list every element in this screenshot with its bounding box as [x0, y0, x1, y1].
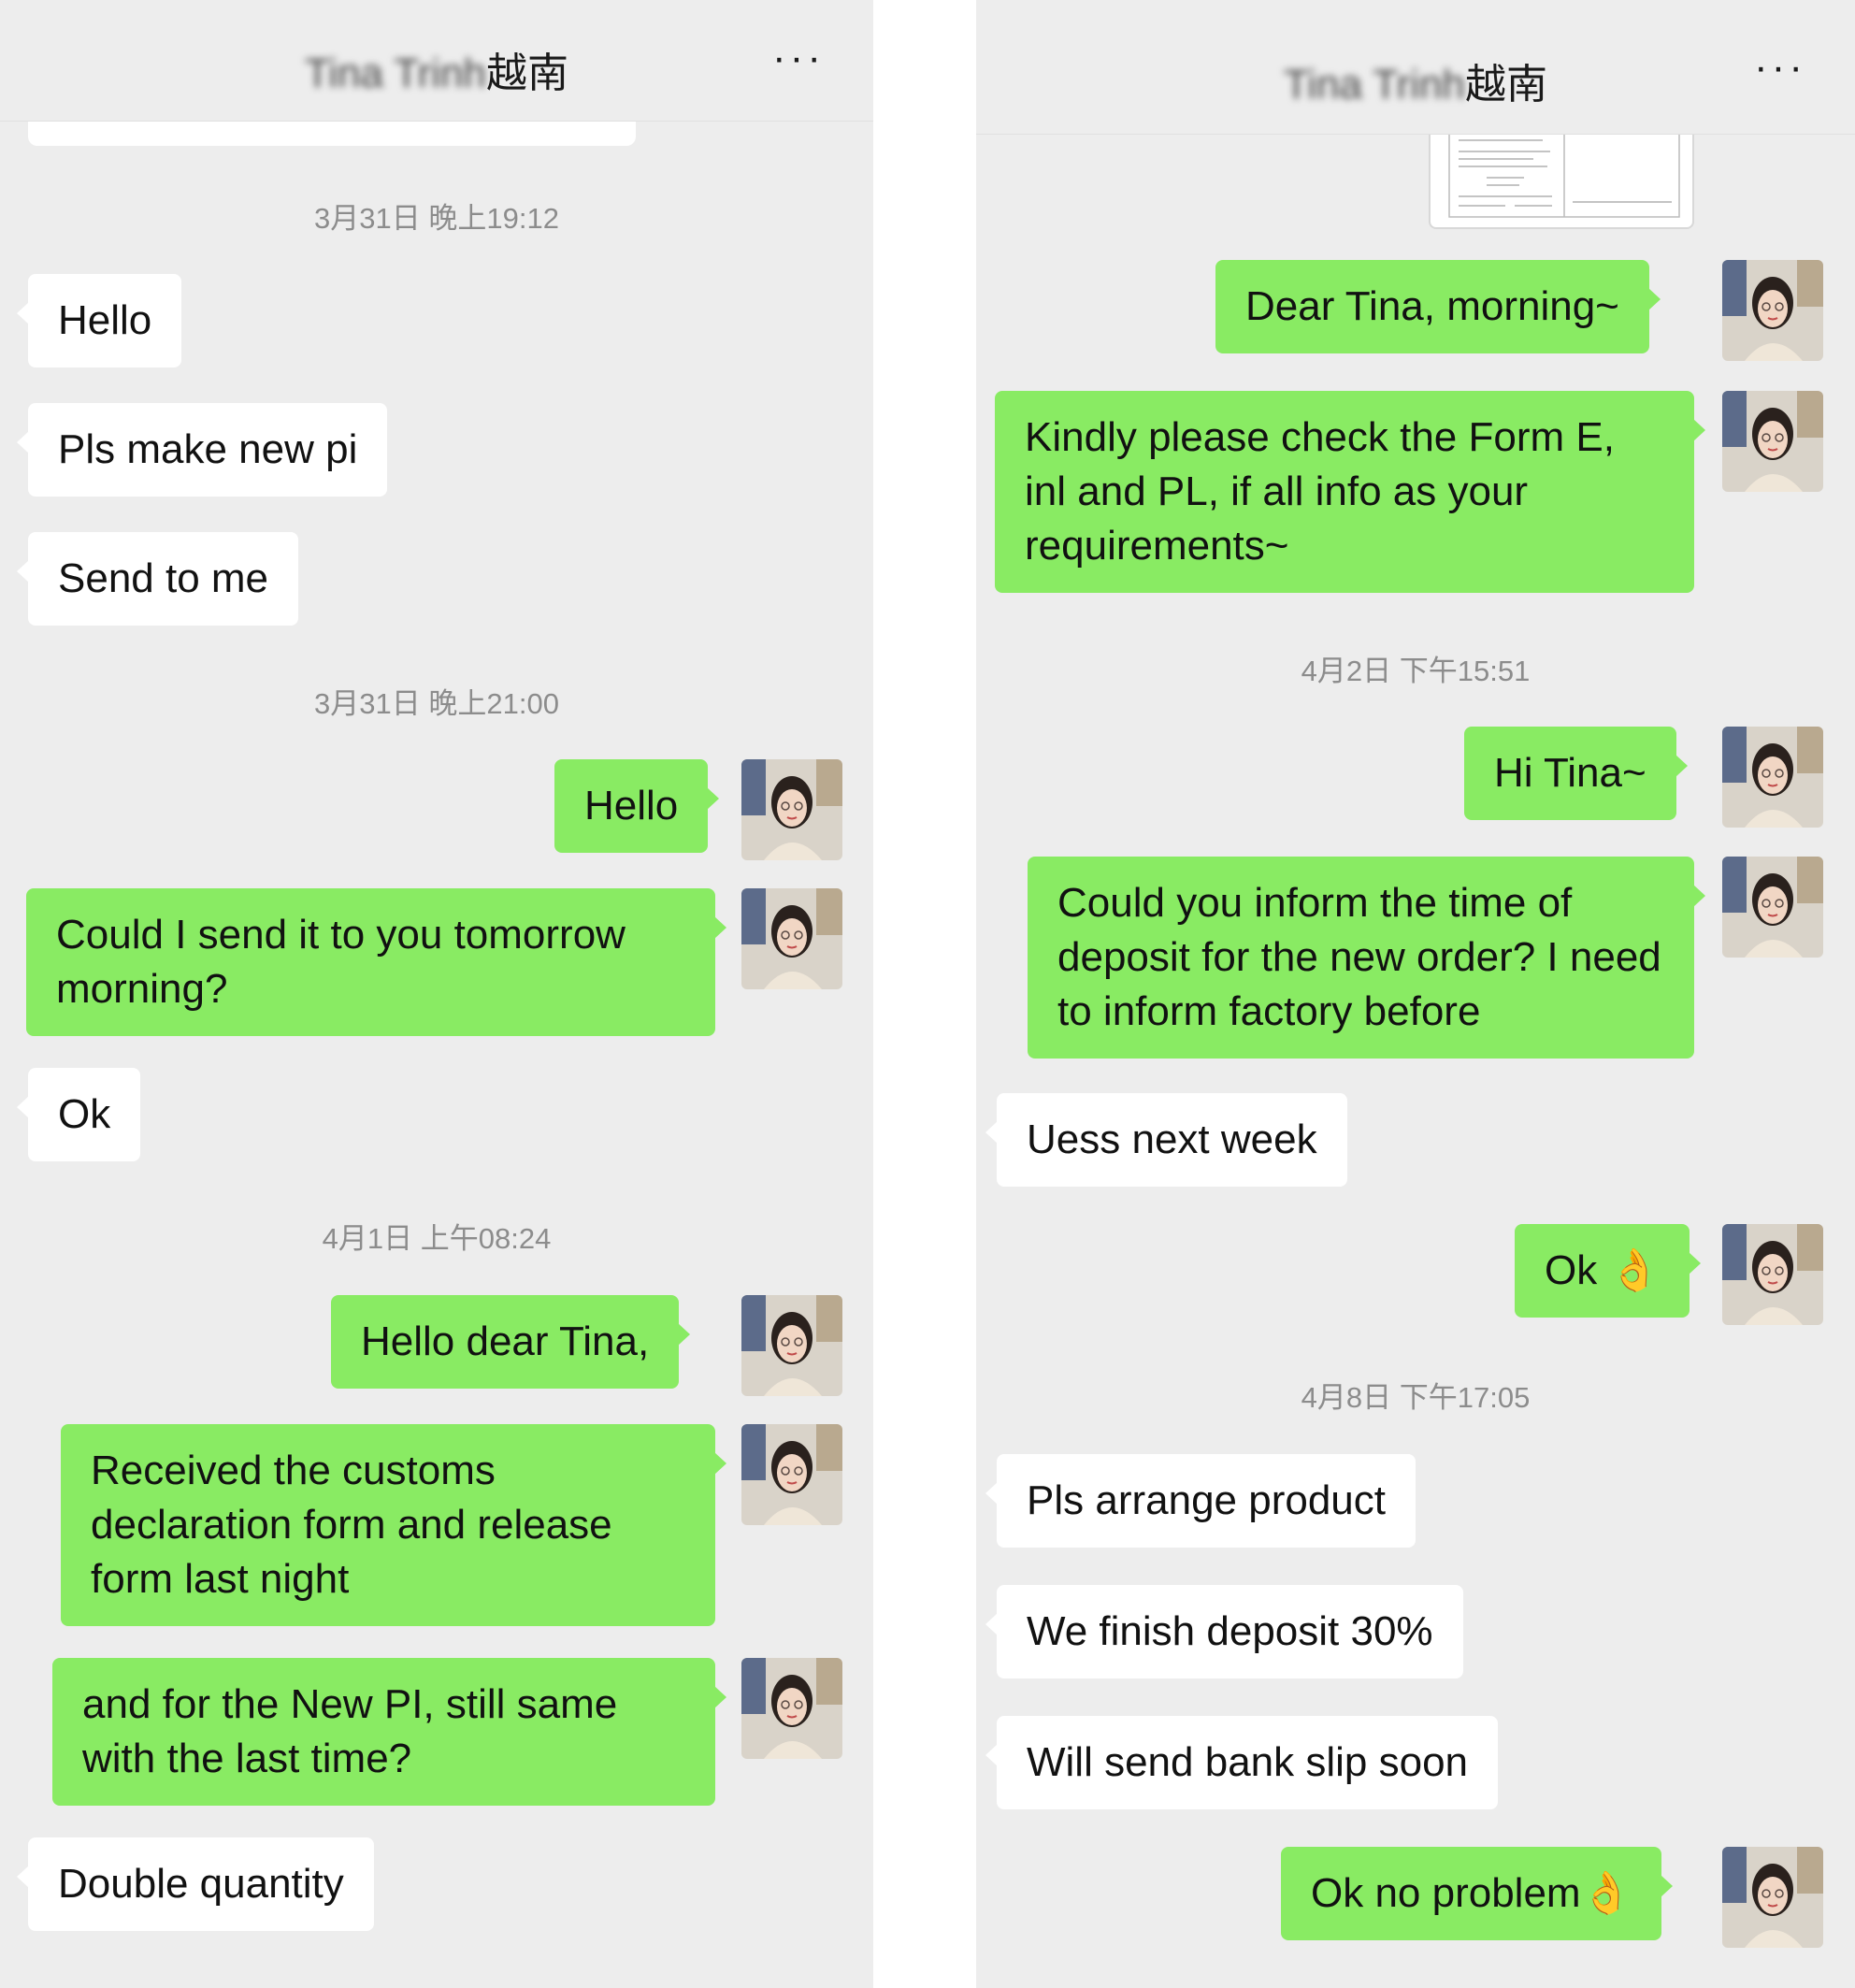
contact-name-blurred: Tina Trinh — [304, 50, 486, 96]
message-bubble-incoming[interactable]: Send to me — [16, 532, 299, 626]
timestamp: 3月31日 晚上21:00 — [314, 687, 559, 720]
message-bubble-outgoing[interactable]: Could I send it to you tomorrow morning? — [26, 888, 726, 1036]
message-bubble-outgoing[interactable]: Could you inform the time of deposit for… — [1028, 857, 1705, 1059]
message-bubble-outgoing[interactable]: Kindly please check the Form E, inl and … — [995, 391, 1705, 593]
avatar[interactable] — [741, 759, 842, 860]
message-bubble-incoming[interactable]: Hello — [16, 274, 182, 367]
contact-name-blurred: Tina Trinh — [1283, 62, 1465, 108]
avatar[interactable] — [1722, 260, 1823, 361]
message-bubble-outgoing[interactable]: Hi Tina~ — [1464, 727, 1688, 820]
chat-title: Tina Trinh越南 — [0, 39, 873, 99]
message-bubble-outgoing[interactable]: and for the New PI, still same with the … — [52, 1658, 726, 1806]
chat-title: Tina Trinh越南 — [976, 50, 1855, 110]
chat-panel-right: Tina Trinh越南 ··· Dear Tina, morning~ Kin… — [976, 0, 1855, 1988]
message-bubble-incoming[interactable]: Will send bank slip soon — [985, 1716, 1499, 1809]
avatar[interactable] — [1722, 391, 1823, 492]
message-bubble-outgoing[interactable]: Hello dear Tina, — [331, 1295, 691, 1389]
message-bubble-outgoing[interactable]: Ok 👌 — [1515, 1224, 1702, 1318]
document-thumbnail[interactable] — [1429, 122, 1694, 229]
timestamp: 4月1日 上午08:24 — [322, 1222, 552, 1255]
message-bubble-incoming[interactable]: Pls make new pi — [16, 403, 388, 497]
message-bubble-outgoing[interactable]: Ok no problem👌 — [1281, 1847, 1674, 1940]
contact-name-suffix: 越南 — [1465, 62, 1547, 108]
message-bubble-incoming[interactable]: Ok — [16, 1068, 141, 1161]
avatar[interactable] — [1722, 727, 1823, 828]
more-dots-icon[interactable]: ··· — [772, 37, 825, 79]
timestamp: 4月2日 下午15:51 — [1301, 655, 1531, 687]
panel-divider — [873, 0, 976, 1988]
message-bubble-incoming[interactable]: Double quantity — [17, 1837, 374, 1931]
message-bubble-outgoing[interactable]: Hello — [554, 759, 720, 853]
more-dots-icon[interactable]: ··· — [1754, 47, 1806, 88]
chat-panel-left: Tina Trinh越南 ··· 3月31日 晚上19:12 Hello Pls… — [0, 0, 873, 1988]
avatar[interactable] — [741, 1295, 842, 1396]
message-bubble-outgoing[interactable]: Dear Tina, morning~ — [1215, 260, 1661, 353]
avatar[interactable] — [741, 1658, 842, 1759]
message-bubble-incoming[interactable]: Uess next week — [985, 1093, 1347, 1187]
avatar[interactable] — [741, 1424, 842, 1525]
avatar[interactable] — [1722, 1224, 1823, 1325]
avatar[interactable] — [1722, 1847, 1823, 1948]
message-bubble-incoming[interactable]: We finish deposit 30% — [985, 1585, 1463, 1678]
avatar[interactable] — [741, 888, 842, 989]
avatar[interactable] — [1722, 857, 1823, 958]
document-preview-icon — [1448, 123, 1680, 218]
timestamp: 3月31日 晚上19:12 — [314, 202, 559, 235]
chat-header: Tina Trinh越南 ··· — [0, 0, 873, 122]
timestamp: 4月8日 下午17:05 — [1301, 1381, 1531, 1414]
message-bubble-incoming[interactable]: Pls arrange product — [985, 1454, 1416, 1548]
contact-name-suffix: 越南 — [486, 50, 568, 96]
message-bubble-outgoing[interactable]: Received the customs declaration form an… — [61, 1424, 726, 1626]
chat-header: Tina Trinh越南 ··· — [976, 0, 1855, 135]
